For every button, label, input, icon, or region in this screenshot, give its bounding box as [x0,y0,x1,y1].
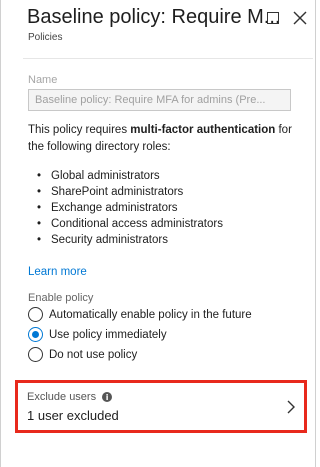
info-icon[interactable]: i [102,392,113,402]
exclude-users-label: Exclude users [27,391,97,403]
list-item: Exchange administrators [37,200,223,216]
policy-blade: Baseline policy: Require M... Policies N… [0,0,316,467]
list-item: Conditional access administrators [37,216,223,232]
radio-circle[interactable] [28,347,43,362]
description-prefix: This policy requires [28,124,131,136]
radio-label: Automatically enable policy in the futur… [49,308,252,321]
blade-subtitle: Policies [28,32,63,43]
header-divider [23,58,313,59]
exclude-users-row[interactable]: Exclude users i 1 user excluded [15,380,307,433]
radio-circle-selected[interactable] [28,327,43,342]
name-label: Name [28,74,58,86]
exclude-users-label-wrap: Exclude users i [27,391,113,403]
list-item: Global administrators [37,168,223,184]
list-item: SharePoint administrators [37,184,223,200]
roles-list: Global administrators SharePoint adminis… [37,168,223,248]
radio-label: Do not use policy [49,348,138,361]
radio-auto-enable[interactable]: Automatically enable policy in the futur… [28,307,252,322]
exclude-users-value: 1 user excluded [27,408,119,423]
radio-label: Use policy immediately [49,328,167,341]
policy-description: This policy requires multi-factor authen… [28,122,308,156]
name-field: Baseline policy: Require MFA for admins … [28,89,291,111]
chevron-right-icon [287,400,295,414]
learn-more-link[interactable]: Learn more [28,266,87,278]
description-bold: multi-factor authentication [130,124,276,136]
blade-title: Baseline policy: Require M... [27,6,281,28]
radio-circle[interactable] [28,307,43,322]
list-item: Security administrators [37,232,223,248]
maximize-button[interactable] [264,9,282,27]
maximize-icon [267,12,279,24]
exclude-users-content: Exclude users i 1 user excluded [27,383,297,430]
radio-use-immediately[interactable]: Use policy immediately [28,327,167,342]
radio-do-not-use[interactable]: Do not use policy [28,347,137,362]
close-button[interactable] [291,9,309,27]
enable-policy-label: Enable policy [28,292,94,304]
close-icon [293,11,307,25]
blade-header: Baseline policy: Require M... Policies [1,0,317,50]
